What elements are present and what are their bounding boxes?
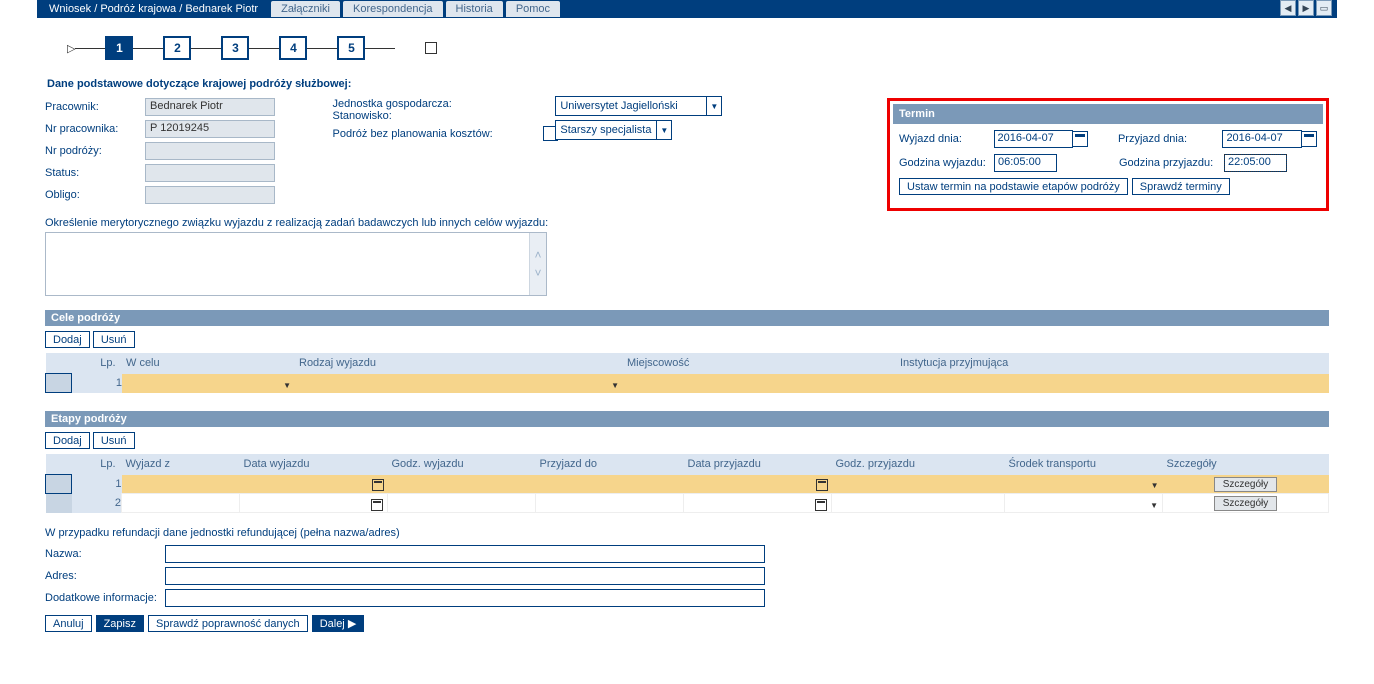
nr-podrozy-value bbox=[145, 142, 275, 160]
table-row[interactable]: 1 ▼ ▼ bbox=[46, 374, 1330, 393]
nav-prev-icon[interactable]: ◀ bbox=[1280, 0, 1296, 16]
calendar-icon[interactable] bbox=[371, 499, 383, 511]
table-row[interactable]: 1 ▼ Szczegóły bbox=[46, 475, 1329, 494]
dropdown-icon[interactable]: ▼ bbox=[1150, 501, 1158, 510]
dropdown-icon[interactable]: ▼ bbox=[1151, 481, 1159, 490]
dod-input[interactable] bbox=[165, 589, 765, 607]
col-szcz: Szczegóły bbox=[1163, 454, 1329, 475]
nazwa-input[interactable] bbox=[165, 545, 765, 563]
section-title: Dane podstawowe dotyczące krajowej podró… bbox=[47, 78, 1329, 90]
godz-przy-label: Godzina przyjazdu: bbox=[1119, 157, 1224, 169]
col-srodek: Środek transportu bbox=[1005, 454, 1163, 475]
wizard-step-3[interactable]: 3 bbox=[221, 36, 249, 60]
calendar-icon[interactable] bbox=[816, 479, 828, 491]
dropdown-icon[interactable]: ▼ bbox=[611, 381, 619, 390]
col-godzw: Godz. wyjazdu bbox=[388, 454, 536, 475]
status-label: Status: bbox=[45, 167, 145, 179]
jednostka-dropdown[interactable]: Uniwersytet Jagielloński▼ bbox=[555, 96, 722, 116]
calendar-icon[interactable] bbox=[372, 479, 384, 491]
dalej-button[interactable]: Dalej ▶ bbox=[312, 615, 365, 632]
col-lp: Lp. bbox=[72, 353, 123, 374]
tab-korespondencja[interactable]: Korespondencja bbox=[343, 1, 443, 17]
col-rodzaj: Rodzaj wyjazdu bbox=[295, 353, 623, 374]
nr-prac-value: P 12019245 bbox=[145, 120, 275, 138]
przyjazd-dnia-label: Przyjazd dnia: bbox=[1118, 133, 1222, 145]
wizard-start-icon: ▷ bbox=[67, 42, 75, 55]
termin-panel: Termin Wyjazd dnia: 2016-04-07 Przyjazd … bbox=[887, 98, 1329, 211]
dropdown-icon: ▼ bbox=[706, 97, 721, 115]
col-dataw: Data wyjazdu bbox=[240, 454, 388, 475]
dod-label: Dodatkowe informacje: bbox=[45, 592, 165, 604]
etapy-usun-button[interactable]: Usuń bbox=[93, 432, 135, 449]
wyjazd-dnia-input[interactable]: 2016-04-07 bbox=[994, 130, 1074, 148]
jednostka-label: Jednostka gospodarcza: bbox=[333, 98, 503, 110]
nazwa-label: Nazwa: bbox=[45, 548, 165, 560]
calendar-icon[interactable] bbox=[1072, 131, 1088, 147]
okreslenie-textarea[interactable]: ˄˅ bbox=[45, 232, 547, 296]
adres-input[interactable] bbox=[165, 567, 765, 585]
dropdown-icon[interactable]: ▼ bbox=[283, 381, 291, 390]
tab-zalaczniki[interactable]: Załączniki bbox=[271, 1, 340, 17]
col-wyjazdz: Wyjazd z bbox=[122, 454, 240, 475]
etapy-title: Etapy podróży bbox=[45, 411, 1329, 427]
szczegoly-button[interactable]: Szczegóły bbox=[1214, 496, 1278, 511]
cele-usun-button[interactable]: Usuń bbox=[93, 331, 135, 348]
pracownik-label: Pracownik: bbox=[45, 101, 145, 113]
sprawdz-terminy-button[interactable]: Sprawdź terminy bbox=[1132, 178, 1230, 195]
godz-wyj-input[interactable]: 06:05:00 bbox=[994, 154, 1057, 172]
sprawdz-button[interactable]: Sprawdź poprawność danych bbox=[148, 615, 308, 632]
obligo-value bbox=[145, 186, 275, 204]
godz-przy-input[interactable]: 22:05:00 bbox=[1224, 154, 1287, 172]
wizard-step-1[interactable]: 1 bbox=[105, 36, 133, 60]
tab-historia[interactable]: Historia bbox=[446, 1, 503, 17]
nr-podrozy-label: Nr podróży: bbox=[45, 145, 145, 157]
tab-bar: Wniosek / Podróż krajowa / Bednarek Piot… bbox=[37, 0, 1337, 18]
okreslenie-label: Określenie merytorycznego związku wyjazd… bbox=[45, 217, 548, 229]
szczegoly-button[interactable]: Szczegóły bbox=[1214, 477, 1278, 492]
stanowisko-label: Stanowisko: bbox=[333, 110, 503, 122]
bez-plan-label: Podróż bez planowania kosztów: bbox=[333, 128, 543, 140]
calendar-icon[interactable] bbox=[815, 499, 827, 511]
calendar-icon[interactable] bbox=[1301, 131, 1317, 147]
refund-title: W przypadku refundacji dane jednostki re… bbox=[45, 527, 1329, 539]
etapy-dodaj-button[interactable]: Dodaj bbox=[45, 432, 90, 449]
cele-title: Cele podróży bbox=[45, 310, 1329, 326]
col-datap: Data przyjazdu bbox=[684, 454, 832, 475]
wyjazd-dnia-label: Wyjazd dnia: bbox=[899, 133, 994, 145]
nr-prac-label: Nr pracownika: bbox=[45, 123, 145, 135]
status-value bbox=[145, 164, 275, 182]
stanowisko-dropdown[interactable]: Starszy specjalista▼ bbox=[555, 120, 672, 140]
tab-wniosek[interactable]: Wniosek / Podróż krajowa / Bednarek Piot… bbox=[37, 1, 268, 17]
nav-next-icon[interactable]: ▶ bbox=[1298, 0, 1314, 16]
scroll-down-icon[interactable]: ˅ bbox=[534, 266, 541, 280]
obligo-label: Obligo: bbox=[45, 189, 145, 201]
col-inst: Instytucja przyjmująca bbox=[896, 353, 1329, 374]
termin-title: Termin bbox=[893, 104, 1323, 124]
wizard-steps: ▷ 1 2 3 4 5 bbox=[67, 36, 1337, 60]
ustaw-termin-button[interactable]: Ustaw termin na podstawie etapów podróży bbox=[899, 178, 1128, 195]
col-lp: Lp. bbox=[72, 454, 122, 475]
anuluj-button[interactable]: Anuluj bbox=[45, 615, 92, 632]
wizard-end-icon bbox=[425, 42, 437, 54]
wizard-step-5[interactable]: 5 bbox=[337, 36, 365, 60]
col-godzp: Godz. przyjazdu bbox=[832, 454, 1005, 475]
cele-dodaj-button[interactable]: Dodaj bbox=[45, 331, 90, 348]
wizard-step-2[interactable]: 2 bbox=[163, 36, 191, 60]
tab-pomoc[interactable]: Pomoc bbox=[506, 1, 560, 17]
zapisz-button[interactable]: Zapisz bbox=[96, 615, 144, 632]
expand-icon[interactable]: ▭ bbox=[1316, 0, 1332, 16]
wizard-step-4[interactable]: 4 bbox=[279, 36, 307, 60]
dropdown-icon: ▼ bbox=[656, 121, 671, 139]
col-wcelu: W celu bbox=[122, 353, 295, 374]
przyjazd-dnia-input[interactable]: 2016-04-07 bbox=[1222, 130, 1302, 148]
table-row[interactable]: 2 ▼ Szczegóły bbox=[46, 494, 1329, 513]
adres-label: Adres: bbox=[45, 570, 165, 582]
scroll-up-icon[interactable]: ˄ bbox=[534, 248, 541, 262]
col-przydo: Przyjazd do bbox=[536, 454, 684, 475]
cele-table: Lp. W celu Rodzaj wyjazdu Miejscowość In… bbox=[45, 353, 1329, 393]
pracownik-value: Bednarek Piotr bbox=[145, 98, 275, 116]
godz-wyj-label: Godzina wyjazdu: bbox=[899, 157, 994, 169]
etapy-table: Lp. Wyjazd z Data wyjazdu Godz. wyjazdu … bbox=[45, 454, 1329, 513]
col-miejsc: Miejscowość bbox=[623, 353, 896, 374]
